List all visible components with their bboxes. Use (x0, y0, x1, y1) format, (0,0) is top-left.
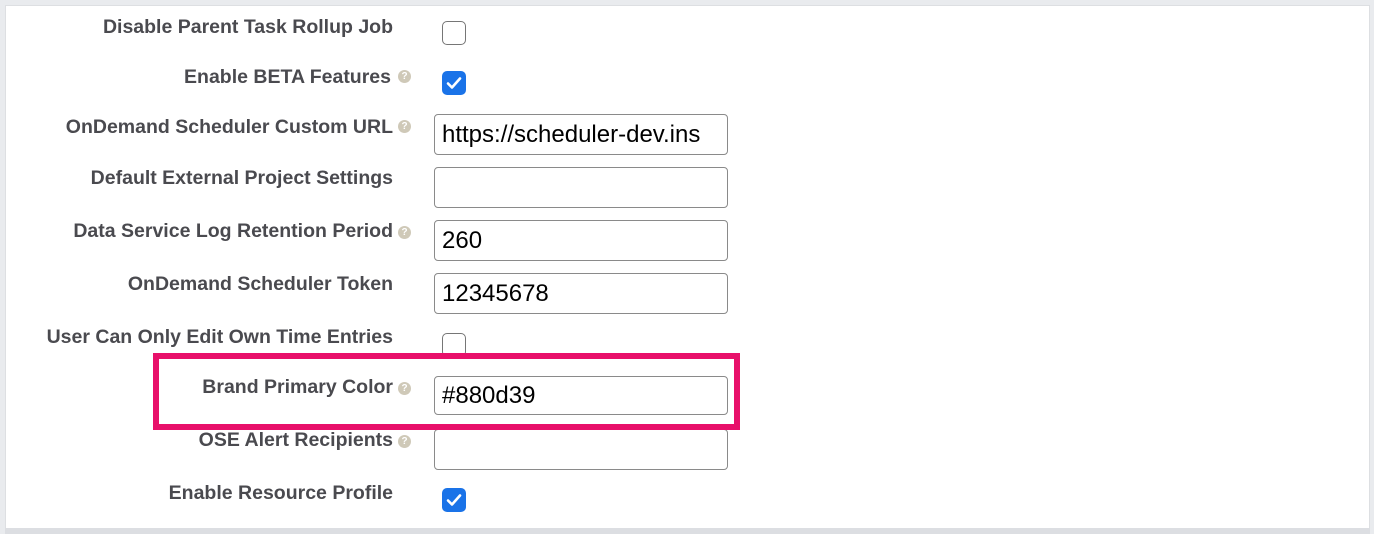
setting-row-disable-parent-task-rollup-job: Disable Parent Task Rollup Job (0, 14, 1374, 54)
help-icon[interactable]: ? (398, 382, 411, 395)
setting-row-enable-resource-profile: Enable Resource Profile (0, 482, 1374, 522)
setting-row-ondemand-scheduler-token: OnDemand Scheduler Token (0, 273, 1374, 314)
setting-label: OSE Alert Recipients (198, 429, 393, 451)
setting-row-brand-primary-color: Brand Primary Color ? (0, 376, 1374, 416)
setting-label: OnDemand Scheduler Token (127, 273, 393, 295)
ose-alert-recipients-input[interactable] (434, 429, 728, 470)
brand-primary-color-input[interactable] (434, 376, 728, 415)
default-external-project-settings-input[interactable] (434, 167, 728, 208)
help-icon[interactable]: ? (398, 70, 411, 83)
panel-bottom-border (5, 528, 1370, 534)
data-service-log-retention-period-input[interactable] (434, 220, 728, 261)
setting-row-ondemand-scheduler-custom-url: OnDemand Scheduler Custom URL ? (0, 114, 1374, 155)
checkmark-icon (446, 494, 462, 506)
setting-label: User Can Only Edit Own Time Entries (46, 326, 393, 348)
enable-beta-features-checkbox[interactable] (442, 71, 466, 95)
setting-label: Brand Primary Color (202, 376, 393, 398)
setting-row-ose-alert-recipients: OSE Alert Recipients ? (0, 429, 1374, 470)
setting-row-default-external-project-settings: Default External Project Settings (0, 167, 1374, 208)
help-icon[interactable]: ? (398, 435, 411, 448)
enable-resource-profile-checkbox[interactable] (442, 488, 466, 512)
setting-label: Enable BETA Features (184, 66, 391, 88)
setting-label: Default External Project Settings (90, 167, 393, 189)
user-can-only-edit-own-time-entries-checkbox[interactable] (442, 333, 466, 357)
ondemand-scheduler-token-input[interactable] (434, 273, 728, 314)
setting-row-data-service-log-retention-period: Data Service Log Retention Period ? (0, 220, 1374, 261)
setting-label: Data Service Log Retention Period (73, 220, 393, 242)
setting-row-user-can-only-edit-own-time-entries: User Can Only Edit Own Time Entries (0, 326, 1374, 366)
help-icon[interactable]: ? (398, 120, 411, 133)
help-icon[interactable]: ? (398, 226, 411, 239)
setting-label: Enable Resource Profile (168, 482, 393, 504)
disable-parent-task-rollup-checkbox[interactable] (442, 21, 466, 45)
checkmark-icon (446, 77, 462, 89)
ondemand-scheduler-custom-url-input[interactable] (434, 114, 728, 155)
setting-label: OnDemand Scheduler Custom URL (65, 116, 393, 138)
setting-row-enable-beta-features: Enable BETA Features ? (0, 64, 1374, 104)
setting-label: Disable Parent Task Rollup Job (102, 16, 393, 38)
